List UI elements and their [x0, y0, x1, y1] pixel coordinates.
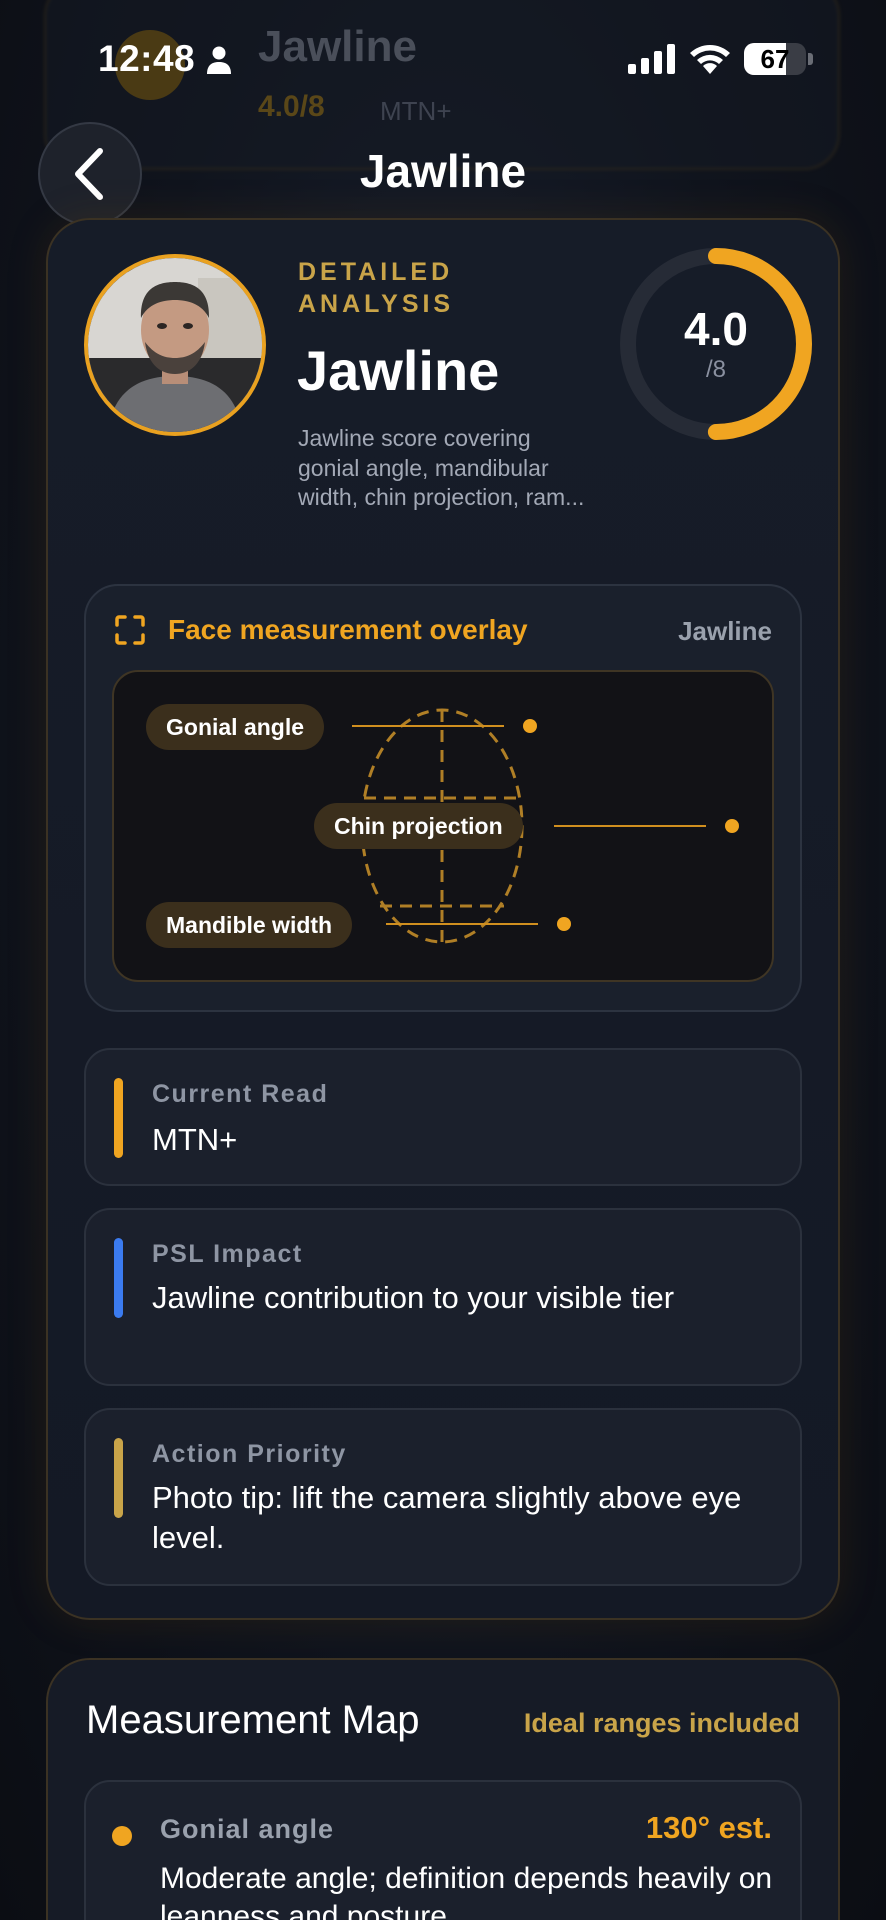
person-icon	[207, 46, 231, 74]
overlay-label-gonial-angle: Gonial angle	[146, 704, 325, 750]
card-label: Current Read	[152, 1080, 329, 1108]
measurement-status-dot	[112, 1826, 132, 1846]
measurement-map-title: Measurement Map	[86, 1698, 420, 1742]
battery-cap	[808, 53, 813, 65]
card-accent-bar	[114, 1078, 123, 1158]
measurement-item-description: Moderate angle; definition depends heavi…	[160, 1862, 773, 1920]
card-label: PSL Impact	[152, 1240, 303, 1268]
status-time: 12:48	[98, 38, 196, 79]
card-text: Photo tip: lift the camera slightly abov…	[152, 1480, 742, 1555]
overlay-tag: Jawline	[678, 616, 772, 646]
card-text: Jawline contribution to your visible tie…	[152, 1280, 675, 1315]
wifi-icon	[690, 45, 730, 74]
avatar	[84, 254, 266, 436]
cellular-signal-icon	[628, 44, 675, 74]
metric-title: Jawline	[297, 339, 500, 402]
overlay-label-mandible-width: Mandible width	[146, 902, 353, 948]
metric-description: Jawline score covering gonial angle, man…	[298, 425, 585, 510]
score-max: /8	[705, 356, 726, 383]
status-bar: 12:48 67	[0, 0, 886, 120]
score-value: 4.0	[684, 303, 748, 355]
current-read-card: Current Read MTN+	[84, 1048, 802, 1186]
card-accent-bar	[114, 1238, 123, 1318]
battery-level: 67	[760, 44, 790, 74]
measurement-map-note: Ideal ranges included	[523, 1708, 800, 1738]
psl-impact-card: PSL Impact Jawline contribution to your …	[84, 1208, 802, 1386]
page-title: Jawline	[359, 145, 527, 197]
overlay-label-chin-projection: Chin projection	[314, 803, 523, 849]
action-priority-card: Action Priority Photo tip: lift the came…	[84, 1408, 802, 1586]
card-accent-bar	[114, 1438, 123, 1518]
overlay-title: Face measurement overlay	[168, 614, 528, 645]
section-eyebrow: DETAILED ANALYSIS	[298, 258, 455, 318]
card-label: Action Priority	[152, 1440, 347, 1468]
scan-frame-icon	[115, 615, 145, 645]
user-photo	[88, 258, 262, 432]
measurement-item-label: Gonial angle	[160, 1814, 335, 1844]
card-text: MTN+	[152, 1122, 238, 1157]
battery-icon: 67	[744, 43, 806, 75]
measurement-item-value: 130° est.	[645, 1810, 772, 1845]
